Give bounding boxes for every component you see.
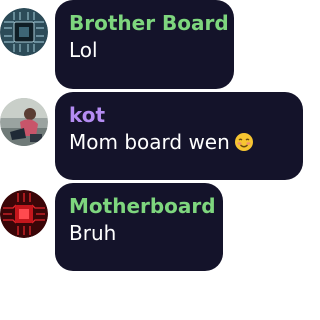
person-photo-avatar-icon[interactable] — [0, 98, 48, 146]
message-text: Lol — [69, 38, 98, 62]
message-text: Mom board wen — [69, 128, 289, 159]
message-bubble: kot Mom board wen — [55, 92, 303, 180]
message-text-content: Mom board wen — [69, 130, 230, 154]
chat-message-list: Brother Board Lol kot Mom board wen Moth… — [0, 0, 307, 320]
message-text: Bruh — [69, 221, 117, 245]
smiling-face-emoji-icon — [234, 131, 254, 159]
message-bubble: Brother Board Lol — [55, 0, 234, 89]
message-author[interactable]: Brother Board — [69, 10, 229, 36]
message-bubble: Motherboard Bruh — [55, 183, 223, 271]
circuit-board-avatar-icon[interactable] — [0, 8, 48, 56]
message-author[interactable]: Motherboard — [69, 193, 216, 219]
red-circuit-avatar-icon[interactable] — [0, 190, 48, 238]
message-author[interactable]: kot — [69, 102, 289, 128]
